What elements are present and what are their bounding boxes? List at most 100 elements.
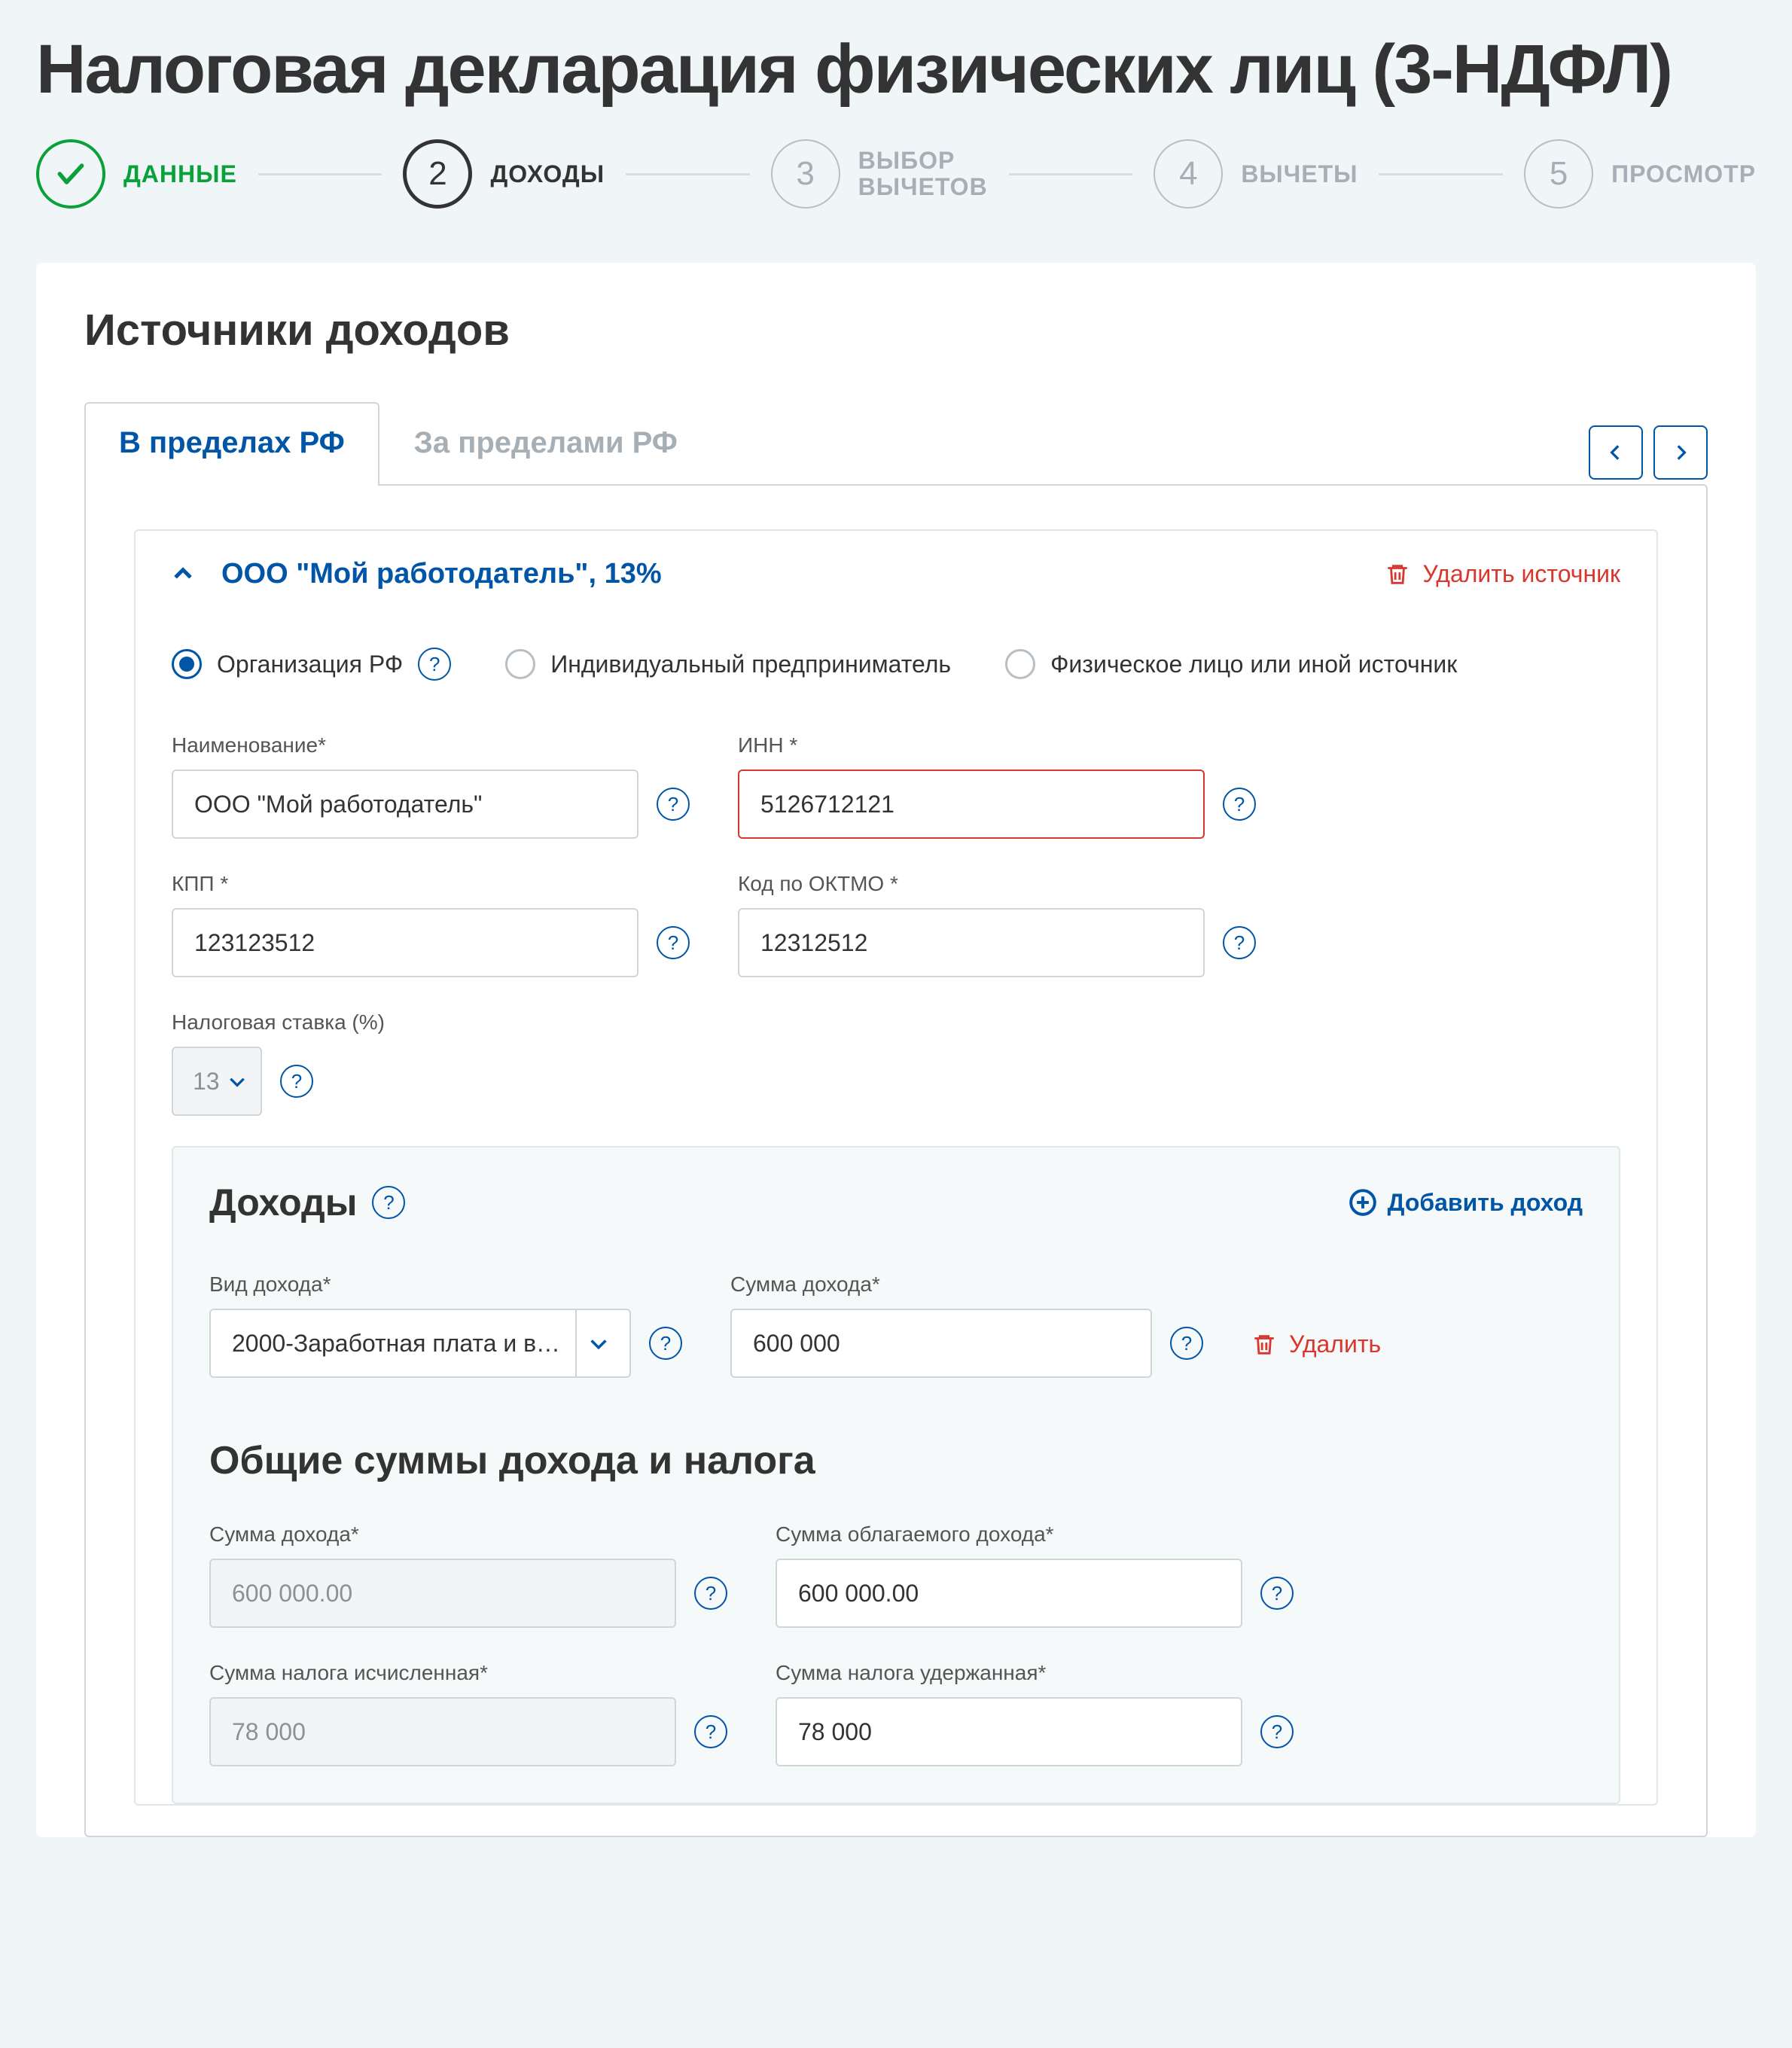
label-tax-rate: Налоговая ставка (%) <box>172 1010 1620 1035</box>
radio-organization[interactable]: Организация РФ ? <box>172 648 451 681</box>
help-icon[interactable]: ? <box>657 788 690 821</box>
radio-label: Физическое лицо или иной источник <box>1050 651 1457 678</box>
input-inn[interactable] <box>738 770 1205 839</box>
label-oktmo: Код по ОКТМО * <box>738 872 1256 896</box>
step-label: ДАННЫЕ <box>123 160 237 188</box>
step-5[interactable]: 5 ПРОСМОТР <box>1524 139 1756 209</box>
field-tax-withheld: Сумма налога удержанная* ? <box>776 1661 1294 1766</box>
radio-label: Организация РФ <box>217 651 403 678</box>
help-icon[interactable]: ? <box>1260 1715 1294 1748</box>
delete-source-button[interactable]: Удалить источник <box>1385 560 1620 588</box>
field-inn: ИНН * ? <box>738 733 1256 839</box>
help-icon[interactable]: ? <box>694 1577 727 1610</box>
label-sum-taxable: Сумма облагаемого дохода* <box>776 1522 1294 1547</box>
select-tax-rate[interactable]: 13 <box>172 1047 262 1116</box>
add-income-button[interactable]: Добавить доход <box>1349 1188 1583 1217</box>
input-sum-income <box>209 1559 676 1628</box>
source-toggle[interactable]: ООО "Мой работодатель", 13% <box>172 558 662 590</box>
radio-individual[interactable]: Физическое лицо или иной источник <box>1005 649 1457 679</box>
input-tax-withheld[interactable] <box>776 1697 1242 1766</box>
step-separator <box>626 173 750 175</box>
step-separator <box>1009 173 1133 175</box>
help-icon[interactable]: ? <box>1223 926 1256 959</box>
help-icon[interactable]: ? <box>649 1327 682 1360</box>
chevron-down-icon <box>227 1071 247 1091</box>
radio-icon <box>505 649 535 679</box>
source-type-radios: Организация РФ ? Индивидуальный предприн… <box>172 648 1620 681</box>
check-icon <box>36 139 105 209</box>
input-tax-calculated <box>209 1697 676 1766</box>
label-income-sum: Сумма дохода* <box>730 1272 1203 1297</box>
section-title: Источники доходов <box>84 305 1708 355</box>
income-row: Вид дохода* 2000-Заработная плата и возн… <box>209 1272 1583 1378</box>
select-value: 13 <box>193 1068 220 1096</box>
help-icon[interactable]: ? <box>1223 788 1256 821</box>
delete-income-button[interactable]: Удалить <box>1251 1330 1381 1378</box>
add-income-label: Добавить доход <box>1388 1189 1583 1217</box>
input-income-sum[interactable] <box>730 1309 1152 1378</box>
trash-icon <box>1251 1332 1277 1358</box>
source-header: ООО "Мой работодатель", 13% Удалить исто… <box>136 531 1656 617</box>
totals-title: Общие суммы дохода и налога <box>209 1438 1583 1483</box>
main-card: Источники доходов В пределах РФ За преде… <box>36 263 1756 1837</box>
delete-source-label: Удалить источник <box>1422 560 1620 588</box>
step-number: 3 <box>771 139 840 209</box>
label-tax-withheld: Сумма налога удержанная* <box>776 1661 1294 1685</box>
totals-row-2: Сумма налога исчисленная* ? Сумма налога… <box>209 1661 1583 1766</box>
tab-foreign[interactable]: За пределами РФ <box>379 402 712 486</box>
step-1[interactable]: ДАННЫЕ <box>36 139 237 209</box>
help-icon[interactable]: ? <box>418 648 451 681</box>
field-income-sum: Сумма дохода* ? <box>730 1272 1203 1378</box>
help-icon[interactable]: ? <box>694 1715 727 1748</box>
page-title: Налоговая декларация физических лиц (3-Н… <box>36 30 1756 109</box>
input-name[interactable] <box>172 770 638 839</box>
step-separator <box>1379 173 1503 175</box>
trash-icon <box>1385 562 1410 587</box>
prev-button[interactable] <box>1589 425 1643 480</box>
field-sum-income: Сумма дохода* ? <box>209 1522 727 1628</box>
field-tax-calculated: Сумма налога исчисленная* ? <box>209 1661 727 1766</box>
page: Налоговая декларация физических лиц (3-Н… <box>0 0 1792 1837</box>
stepper: ДАННЫЕ 2 ДОХОДЫ 3 ВЫБОР ВЫЧЕТОВ 4 ВЫЧЕТЫ… <box>36 139 1756 209</box>
chevron-down-icon <box>575 1310 620 1376</box>
field-tax-rate: Налоговая ставка (%) 13 ? <box>172 1010 1620 1116</box>
tab-body: ООО "Мой работодатель", 13% Удалить исто… <box>84 484 1708 1837</box>
source-panel: ООО "Мой работодатель", 13% Удалить исто… <box>134 529 1658 1806</box>
step-4[interactable]: 4 ВЫЧЕТЫ <box>1154 139 1358 209</box>
delete-income-label: Удалить <box>1289 1330 1381 1358</box>
form-row-2: КПП * ? Код по ОКТМО * ? <box>172 872 1620 977</box>
field-sum-taxable: Сумма облагаемого дохода* ? <box>776 1522 1294 1628</box>
chevron-up-icon <box>172 563 194 586</box>
input-kpp[interactable] <box>172 908 638 977</box>
next-button[interactable] <box>1653 425 1708 480</box>
step-label: ВЫБОР ВЫЧЕТОВ <box>858 148 988 200</box>
help-icon[interactable]: ? <box>657 926 690 959</box>
step-3[interactable]: 3 ВЫБОР ВЫЧЕТОВ <box>771 139 988 209</box>
select-value: 2000-Заработная плата и возн… <box>232 1330 563 1358</box>
help-icon[interactable]: ? <box>372 1186 405 1219</box>
income-title: Доходы <box>209 1181 357 1224</box>
help-icon[interactable]: ? <box>280 1065 313 1098</box>
radio-entrepreneur[interactable]: Индивидуальный предприниматель <box>505 649 951 679</box>
label-name: Наименование* <box>172 733 690 757</box>
totals-row-1: Сумма дохода* ? Сумма облагаемого дохода… <box>209 1522 1583 1628</box>
select-income-type[interactable]: 2000-Заработная плата и возн… <box>209 1309 631 1378</box>
label-kpp: КПП * <box>172 872 690 896</box>
step-number: 5 <box>1524 139 1593 209</box>
label-income-type: Вид дохода* <box>209 1272 682 1297</box>
input-sum-taxable[interactable] <box>776 1559 1242 1628</box>
step-label: ВЫЧЕТЫ <box>1241 160 1358 188</box>
source-title: ООО "Мой работодатель", 13% <box>221 558 662 590</box>
step-2[interactable]: 2 ДОХОДЫ <box>403 139 605 209</box>
help-icon[interactable]: ? <box>1260 1577 1294 1610</box>
field-oktmo: Код по ОКТМО * ? <box>738 872 1256 977</box>
field-income-type: Вид дохода* 2000-Заработная плата и возн… <box>209 1272 682 1378</box>
step-separator <box>258 173 382 175</box>
tab-domestic[interactable]: В пределах РФ <box>84 402 379 486</box>
help-icon[interactable]: ? <box>1170 1327 1203 1360</box>
radio-label: Индивидуальный предприниматель <box>550 651 951 678</box>
input-oktmo[interactable] <box>738 908 1205 977</box>
field-name: Наименование* ? <box>172 733 690 839</box>
source-body: Организация РФ ? Индивидуальный предприн… <box>136 617 1656 1804</box>
chevron-left-icon <box>1606 437 1626 468</box>
